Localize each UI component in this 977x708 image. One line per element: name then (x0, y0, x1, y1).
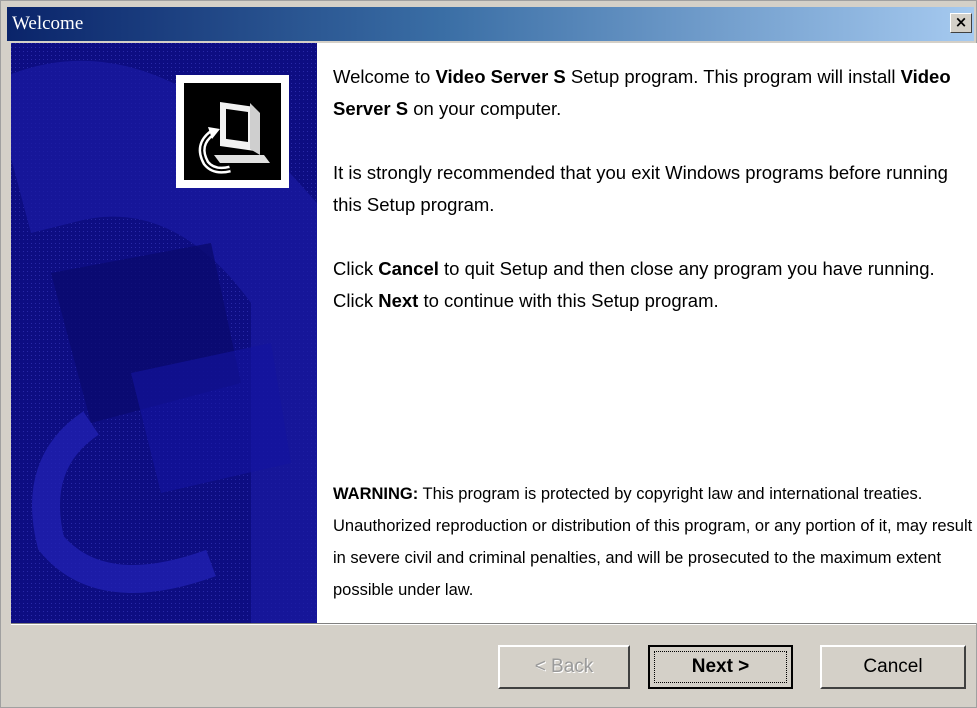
intro-text: Setup program. This program will install (565, 66, 901, 87)
close-button[interactable]: × (950, 13, 972, 33)
instructions-paragraph: Click Cancel to quit Setup and then clos… (333, 253, 963, 317)
intro-text: Welcome to (333, 66, 436, 87)
next-button[interactable]: Next > (648, 645, 793, 689)
focus-rectangle (654, 651, 787, 683)
instructions-text: to continue with this Setup program. (418, 290, 719, 311)
instructions-text: Click (333, 258, 379, 279)
cancel-button[interactable]: Cancel (820, 645, 966, 689)
close-icon: × (954, 13, 968, 31)
setup-welcome-dialog: Welcome × Welcome to Video Server S Setu… (0, 0, 977, 708)
product-name: Video Server S (435, 66, 566, 87)
warning-label: WARNING: (333, 485, 419, 503)
warning-text: This program is protected by copyright l… (333, 485, 973, 599)
intro-paragraph: Welcome to Video Server S Setup program.… (333, 61, 963, 125)
welcome-content-panel: Welcome to Video Server S Setup program.… (317, 43, 977, 623)
title-bar[interactable]: Welcome × (7, 7, 974, 41)
intro-text: on your computer. (408, 98, 562, 119)
computer-setup-icon (184, 83, 281, 180)
copyright-warning: WARNING: This program is protected by co… (333, 478, 973, 606)
cancel-button-label: Cancel (863, 656, 923, 677)
back-button[interactable]: < Back (498, 645, 630, 689)
cancel-keyword: Cancel (378, 258, 439, 279)
window-title: Welcome (12, 13, 84, 34)
recommendation-paragraph: It is strongly recommended that you exit… (333, 162, 948, 215)
back-button-label: < Back (534, 656, 594, 677)
setup-logo-frame (176, 75, 289, 188)
button-separator (11, 623, 976, 625)
next-keyword: Next (378, 290, 419, 311)
